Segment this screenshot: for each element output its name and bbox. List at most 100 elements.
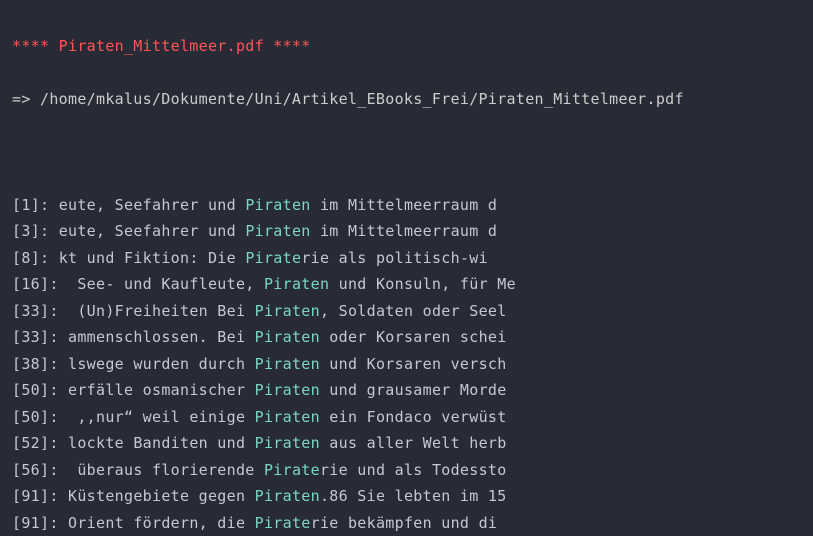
result-match: Pirate (245, 249, 301, 267)
result-line-number: 52 (21, 434, 40, 452)
result-post-context: rie als politisch-wi (301, 249, 488, 267)
search-result-line: [3]: eute, Seefahrer und Piraten im Mitt… (12, 218, 801, 245)
result-post-context: und Korsaren versch (320, 355, 507, 373)
result-post-context: im Mittelmeerraum d (311, 222, 498, 240)
result-pre-context: Orient fördern, die (68, 514, 255, 532)
result-pre-context: See- und Kaufleute, (68, 275, 264, 293)
result-pre-context: eute, Seefahrer und (59, 222, 246, 240)
search-result-line: [52]: lockte Banditen und Piraten aus al… (12, 430, 801, 457)
bracket-close: ]: (40, 328, 68, 346)
result-match: Piraten (245, 196, 310, 214)
search-result-line: [33]: ammenschlossen. Bei Piraten oder K… (12, 324, 801, 351)
result-match: Pirate (255, 514, 311, 532)
blank-line (12, 139, 801, 166)
result-line-number: 91 (21, 487, 40, 505)
result-line-number: 91 (21, 514, 40, 532)
result-line-number: 3 (21, 222, 30, 240)
result-pre-context: ammenschlossen. Bei (68, 328, 255, 346)
result-post-context: oder Korsaren schei (320, 328, 507, 346)
result-post-context: im Mittelmeerraum d (311, 196, 498, 214)
result-post-context: und Konsuln, für Me (329, 275, 516, 293)
result-match: Pirate (264, 461, 320, 479)
bracket-close: ]: (40, 302, 68, 320)
result-pre-context: erfälle osmanischer (68, 381, 255, 399)
file-path: /home/mkalus/Dokumente/Uni/Artikel_EBook… (40, 90, 684, 108)
result-post-context: rie bekämpfen und di (311, 514, 498, 532)
search-result-line: [33]: (Un)Freiheiten Bei Piraten, Soldat… (12, 298, 801, 325)
result-match: Piraten (255, 408, 320, 426)
bracket-open: [ (12, 302, 21, 320)
result-pre-context: kt und Fiktion: Die (59, 249, 246, 267)
bracket-open: [ (12, 487, 21, 505)
bracket-open: [ (12, 461, 21, 479)
result-post-context: ein Fondaco verwüst (320, 408, 507, 426)
result-pre-context: überaus florierende (68, 461, 264, 479)
bracket-close: ]: (31, 196, 59, 214)
result-match: Piraten (255, 487, 320, 505)
search-result-line: [50]: ,,nur“ weil einige Piraten ein Fon… (12, 404, 801, 431)
bracket-open: [ (12, 249, 21, 267)
bracket-open: [ (12, 196, 21, 214)
search-result-line: [1]: eute, Seefahrer und Piraten im Mitt… (12, 192, 801, 219)
path-arrow: => (12, 90, 40, 108)
bracket-close: ]: (31, 222, 59, 240)
bracket-open: [ (12, 514, 21, 532)
search-result-line: [91]: Orient fördern, die Piraterie bekä… (12, 510, 801, 536)
result-match: Piraten (255, 302, 320, 320)
result-match: Piraten (245, 222, 310, 240)
result-post-context: aus aller Welt herb (320, 434, 507, 452)
bracket-open: [ (12, 328, 21, 346)
bracket-close: ]: (40, 408, 68, 426)
bracket-close: ]: (40, 275, 68, 293)
search-result-line: [38]: lswege wurden durch Piraten und Ko… (12, 351, 801, 378)
bracket-open: [ (12, 275, 21, 293)
bracket-close: ]: (40, 355, 68, 373)
search-result-line: [91]: Küstengebiete gegen Piraten.86 Sie… (12, 483, 801, 510)
bracket-open: [ (12, 434, 21, 452)
header-stars-right: **** (264, 37, 311, 55)
bracket-close: ]: (31, 249, 59, 267)
result-post-context: rie und als Todessto (320, 461, 507, 479)
result-match: Piraten (255, 328, 320, 346)
result-pre-context: Küstengebiete gegen (68, 487, 255, 505)
search-results: [1]: eute, Seefahrer und Piraten im Mitt… (12, 192, 801, 536)
result-line-number: 8 (21, 249, 30, 267)
result-line-number: 50 (21, 381, 40, 399)
bracket-close: ]: (40, 487, 68, 505)
result-line-number: 38 (21, 355, 40, 373)
result-pre-context: ,,nur“ weil einige (68, 408, 255, 426)
result-pre-context: eute, Seefahrer und (59, 196, 246, 214)
bracket-close: ]: (40, 381, 68, 399)
result-line-number: 1 (21, 196, 30, 214)
result-post-context: .86 Sie lebten im 15 (320, 487, 507, 505)
result-match: Piraten (255, 381, 320, 399)
header-stars-left: **** (12, 37, 59, 55)
result-pre-context: lockte Banditen und (68, 434, 255, 452)
search-result-line: [56]: überaus florierende Piraterie und … (12, 457, 801, 484)
bracket-open: [ (12, 408, 21, 426)
result-line-number: 16 (21, 275, 40, 293)
search-result-line: [50]: erfälle osmanischer Piraten und gr… (12, 377, 801, 404)
result-pre-context: (Un)Freiheiten Bei (68, 302, 255, 320)
header-filename: Piraten_Mittelmeer.pdf (59, 37, 264, 55)
terminal-output: **** Piraten_Mittelmeer.pdf **** => /hom… (0, 0, 813, 536)
result-post-context: , Soldaten oder Seel (320, 302, 507, 320)
search-result-line: [16]: See- und Kaufleute, Piraten und Ko… (12, 271, 801, 298)
result-pre-context: lswege wurden durch (68, 355, 255, 373)
result-line-number: 56 (21, 461, 40, 479)
bracket-open: [ (12, 355, 21, 373)
result-match: Piraten (255, 355, 320, 373)
file-path-line: => /home/mkalus/Dokumente/Uni/Artikel_EB… (12, 86, 801, 113)
result-line-number: 33 (21, 302, 40, 320)
file-header: **** Piraten_Mittelmeer.pdf **** (12, 33, 801, 60)
result-post-context: und grausamer Morde (320, 381, 507, 399)
bracket-close: ]: (40, 461, 68, 479)
bracket-open: [ (12, 222, 21, 240)
bracket-close: ]: (40, 514, 68, 532)
result-match: Piraten (255, 434, 320, 452)
result-line-number: 33 (21, 328, 40, 346)
result-match: Piraten (264, 275, 329, 293)
result-line-number: 50 (21, 408, 40, 426)
bracket-close: ]: (40, 434, 68, 452)
bracket-open: [ (12, 381, 21, 399)
